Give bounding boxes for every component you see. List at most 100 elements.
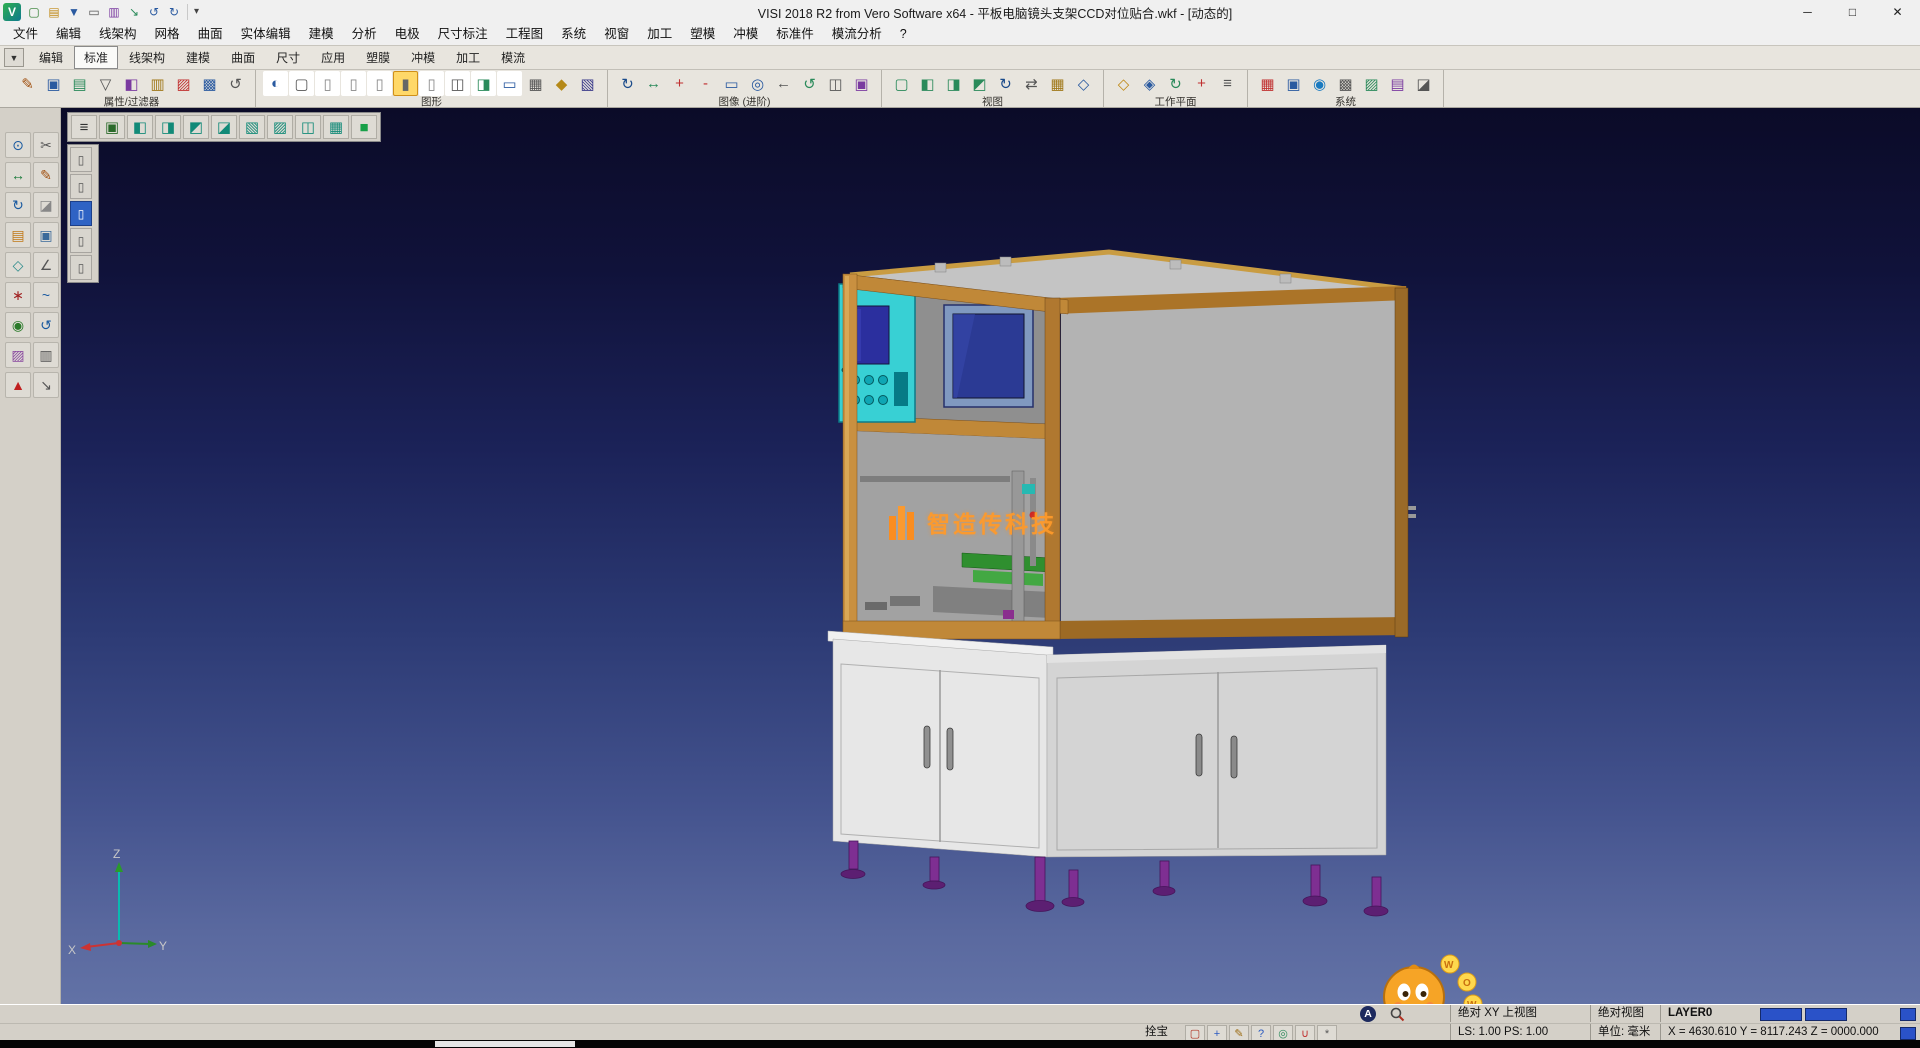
tab-6[interactable]: 应用 — [311, 46, 355, 69]
monitor-icon[interactable]: ▣ — [1281, 71, 1306, 96]
refresh-icon[interactable]: ↺ — [33, 312, 59, 338]
color-swatch-2[interactable] — [1805, 1008, 1847, 1021]
type-filter-icon[interactable]: ▩ — [197, 71, 222, 96]
snap-grid-icon[interactable]: ▨ — [1359, 71, 1384, 96]
reset-filter-icon[interactable]: ↺ — [223, 71, 248, 96]
copy-attributes-icon[interactable]: ▣ — [41, 71, 66, 96]
match-properties-icon[interactable]: ▤ — [67, 71, 92, 96]
view-mode-field[interactable]: 绝对视图 — [1590, 1005, 1663, 1022]
tab-9[interactable]: 加工 — [446, 46, 490, 69]
align-view-icon[interactable]: ⇄ — [1019, 71, 1044, 96]
selection-db-icon-3[interactable]: ▯ — [70, 201, 92, 226]
lower-cabinet-right[interactable] — [1047, 645, 1386, 857]
menu-item-10[interactable]: 工程图 — [497, 24, 553, 45]
monitor-screen[interactable] — [944, 305, 1033, 407]
menu-item-15[interactable]: 冲模 — [724, 24, 767, 45]
view-list-icon[interactable]: ≡ — [71, 115, 97, 139]
minimize-button[interactable]: ─ — [1785, 0, 1830, 24]
pan-view-icon[interactable]: ↔ — [641, 71, 666, 96]
cube-top-view-icon[interactable]: ◧ — [127, 115, 153, 139]
print-icon[interactable]: ▭ — [85, 3, 103, 21]
scale-field[interactable]: LS: 1.00 PS: 1.00 — [1450, 1024, 1593, 1041]
point-icon[interactable]: ∗ — [5, 282, 31, 308]
zoom-in-icon[interactable]: + — [667, 71, 692, 96]
notes-icon[interactable]: ▣ — [33, 222, 59, 248]
lower-cabinet-left[interactable] — [833, 639, 1047, 857]
tab-dropdown-button[interactable]: ▼ — [4, 48, 24, 67]
tab-0[interactable]: 编辑 — [29, 46, 73, 69]
selection-db-icon-1[interactable]: ▯ — [70, 147, 92, 172]
selection-db-icon-5[interactable]: ▯ — [70, 255, 92, 280]
rotate-view-icon[interactable]: ↻ — [993, 71, 1018, 96]
layer-field[interactable]: LAYER0 — [1660, 1005, 1738, 1022]
menu-item-8[interactable]: 电极 — [386, 24, 429, 45]
shaded-mode-icon[interactable]: ◐ — [263, 71, 288, 96]
filter-icon[interactable]: ▽ — [93, 71, 118, 96]
menu-item-16[interactable]: 标准件 — [767, 24, 823, 45]
measure-icon[interactable]: ∠ — [33, 252, 59, 278]
close-button[interactable]: ✕ — [1875, 0, 1920, 24]
menu-item-0[interactable]: 文件 — [4, 24, 47, 45]
color-swatch-1[interactable] — [1760, 1008, 1802, 1021]
menu-item-17[interactable]: 模流分析 — [823, 24, 891, 45]
units-field[interactable]: 单位: 毫米 — [1590, 1024, 1663, 1041]
solid-prism-icon-3[interactable]: ▯ — [367, 71, 392, 96]
multi-view-icon[interactable]: ◫ — [823, 71, 848, 96]
screen-view-icon[interactable]: ▣ — [99, 115, 125, 139]
redraw-icon[interactable]: ↺ — [797, 71, 822, 96]
save-file-icon[interactable]: ▼ — [65, 3, 83, 21]
menu-item-11[interactable]: 系统 — [552, 24, 595, 45]
cube-left-view-icon[interactable]: ◪ — [211, 115, 237, 139]
viewport-3d[interactable]: 智造传科技 Z X Y W O W — [61, 108, 1920, 1004]
tab-4[interactable]: 曲面 — [221, 46, 265, 69]
cube-right-view-icon[interactable]: ◩ — [183, 115, 209, 139]
front-view-icon[interactable]: ◧ — [915, 71, 940, 96]
solid-prism-icon-5[interactable]: ▯ — [419, 71, 444, 96]
cube-iso-view-icon[interactable]: ▧ — [239, 115, 265, 139]
scissors-icon[interactable]: ✂ — [33, 132, 59, 158]
zoom-window-icon[interactable]: ▭ — [719, 71, 744, 96]
shaded-view-icon[interactable]: ■ — [351, 115, 377, 139]
selection-db-icon-4[interactable]: ▯ — [70, 228, 92, 253]
open-file-icon[interactable]: ▤ — [45, 3, 63, 21]
background-icon[interactable]: ▧ — [575, 71, 600, 96]
workplane-icon[interactable]: ◇ — [5, 252, 31, 278]
menu-item-3[interactable]: 网格 — [146, 24, 189, 45]
view-manager-icon[interactable]: ▦ — [1045, 71, 1070, 96]
menu-item-1[interactable]: 编辑 — [47, 24, 90, 45]
machine-right-panel[interactable] — [1055, 286, 1416, 639]
magnifier-icon[interactable] — [1390, 1007, 1405, 1022]
sheet-icon[interactable]: ▥ — [33, 342, 59, 368]
menu-item-5[interactable]: 实体编辑 — [232, 24, 300, 45]
color-swatch-4[interactable] — [1900, 1027, 1916, 1040]
tab-2[interactable]: 线架构 — [119, 46, 175, 69]
new-file-icon[interactable]: ▢ — [25, 3, 43, 21]
globe-icon[interactable]: ◉ — [1307, 71, 1332, 96]
quick-access-dropdown-icon[interactable]: ▾ — [187, 4, 205, 20]
side-view-icon[interactable]: ◨ — [941, 71, 966, 96]
tab-5[interactable]: 尺寸 — [266, 46, 310, 69]
tab-7[interactable]: 塑膜 — [356, 46, 400, 69]
info-icon[interactable]: ◉ — [5, 312, 31, 338]
plot-icon[interactable]: ▥ — [105, 3, 123, 21]
wireframe-mode-icon[interactable]: ▢ — [289, 71, 314, 96]
edit-attributes-icon[interactable]: ✎ — [15, 71, 40, 96]
top-view-icon[interactable]: ▢ — [889, 71, 914, 96]
perspective-icon[interactable]: ◇ — [1071, 71, 1096, 96]
cube-bottom-view-icon[interactable]: ▦ — [323, 115, 349, 139]
tab-10[interactable]: 模流 — [491, 46, 535, 69]
zoom-extents-icon[interactable]: ◎ — [745, 71, 770, 96]
erase-icon[interactable]: ◪ — [33, 192, 59, 218]
solid-prism-icon-2[interactable]: ▯ — [341, 71, 366, 96]
table-icon[interactable]: ▤ — [1385, 71, 1410, 96]
color-palette-icon[interactable]: ▦ — [1255, 71, 1280, 96]
pencil-icon[interactable]: ✎ — [33, 162, 59, 188]
section-view-icon[interactable]: ◨ — [471, 71, 496, 96]
view-orientation-field[interactable]: 绝对 XY 上视图 — [1450, 1005, 1593, 1022]
import-icon[interactable]: ↘ — [125, 3, 143, 21]
capture-icon[interactable]: ▣ — [849, 71, 874, 96]
cube-iso2-view-icon[interactable]: ▨ — [267, 115, 293, 139]
maximize-button[interactable]: □ — [1830, 0, 1875, 24]
cube-front-view-icon[interactable]: ◨ — [155, 115, 181, 139]
workplane-align-icon[interactable]: ◈ — [1137, 71, 1162, 96]
